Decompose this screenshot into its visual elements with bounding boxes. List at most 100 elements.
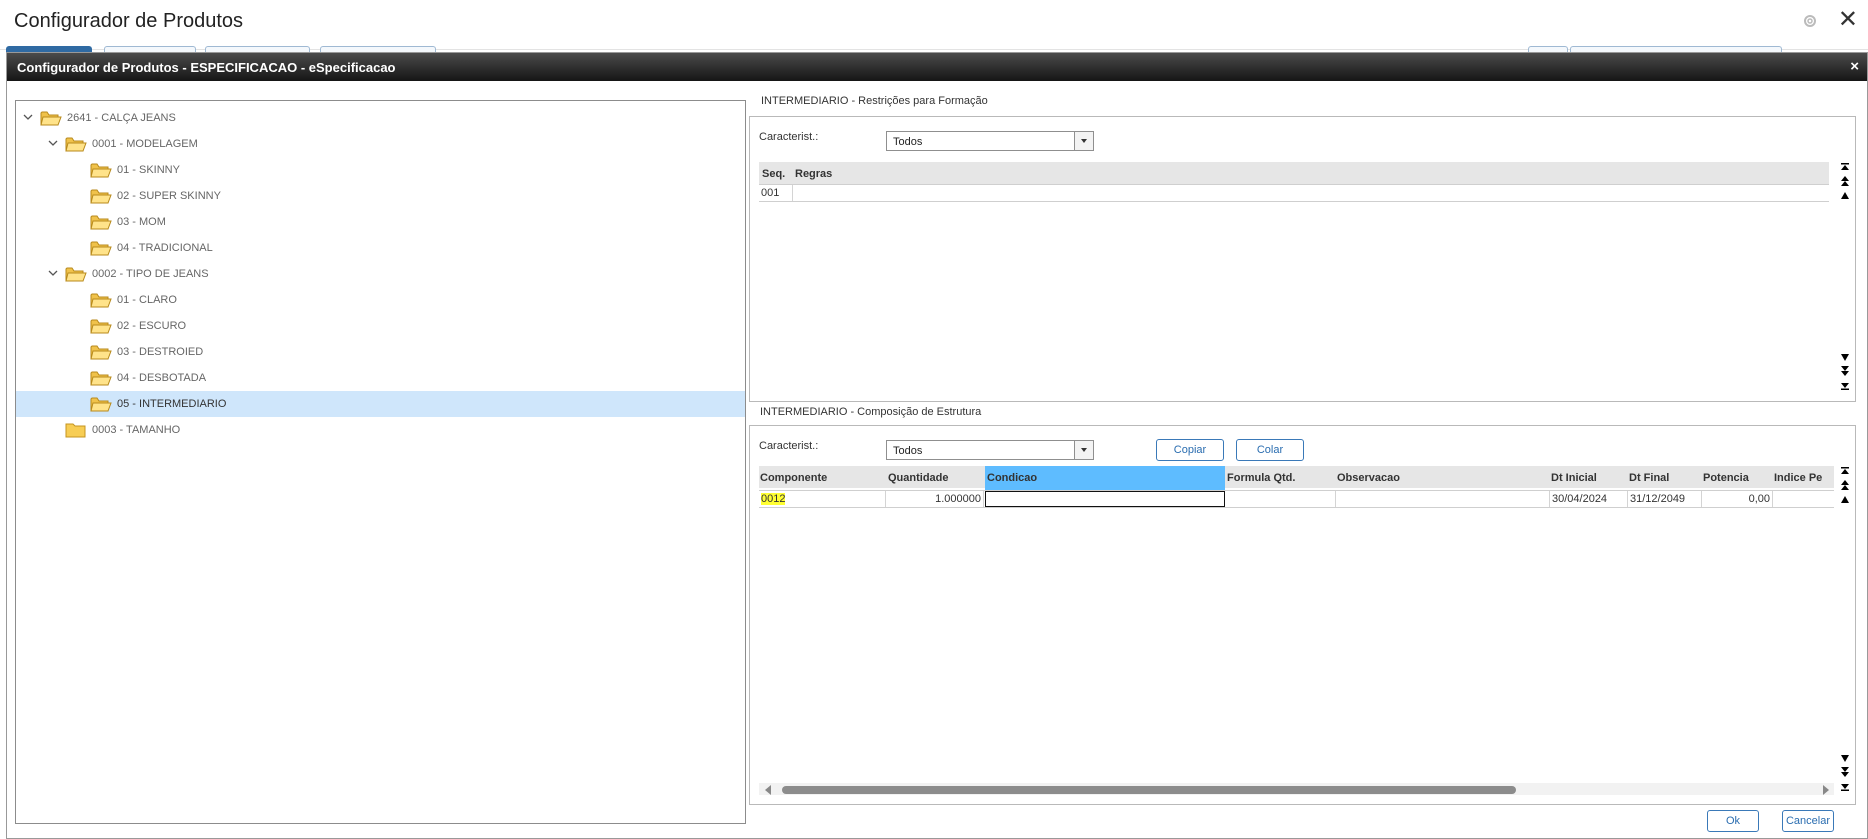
- column-header[interactable]: Dt Final: [1629, 472, 1669, 484]
- column-header[interactable]: Potencia: [1703, 472, 1749, 484]
- dt-final-cell[interactable]: 31/12/2049: [1628, 491, 1702, 507]
- tree-node-label: 04 - DESBOTADA: [117, 372, 207, 384]
- tree-node-label: 2641 - CALÇA JEANS: [67, 112, 176, 124]
- column-header[interactable]: Componente: [760, 472, 827, 484]
- tree-node-label: 0001 - MODELAGEM: [92, 138, 198, 150]
- composicao-panel: Caracterist.: Todos Copiar Colar Compone…: [749, 425, 1856, 805]
- tree-node-label: 0003 - TAMANHO: [92, 424, 181, 436]
- dt-inicial-cell[interactable]: 30/04/2024: [1550, 491, 1628, 507]
- last-record-icon[interactable]: [1839, 780, 1851, 792]
- previous-record-icon[interactable]: [1839, 190, 1851, 202]
- chevron-down-icon[interactable]: [22, 111, 34, 123]
- column-header[interactable]: Observacao: [1337, 472, 1400, 484]
- previous-record-icon[interactable]: [1839, 494, 1851, 506]
- tree-node-label: 01 - CLARO: [117, 294, 177, 306]
- seq-cell[interactable]: 001: [759, 185, 793, 201]
- composicao-caracterist-select[interactable]: Todos: [886, 440, 1094, 460]
- page-down-icon[interactable]: [1839, 766, 1851, 778]
- first-record-icon[interactable]: [1839, 162, 1851, 174]
- chevron-down-icon[interactable]: [1074, 132, 1093, 150]
- column-header[interactable]: Dt Inicial: [1551, 472, 1597, 484]
- tree-node[interactable]: 0003 - TAMANHO: [16, 417, 745, 443]
- tree-node-label: 03 - DESTROIED: [117, 346, 204, 358]
- table-row[interactable]: 0012 1.000000 30/04/2024 31/12/2049 0,00: [759, 490, 1834, 508]
- tree-node-label: 01 - SKINNY: [117, 164, 180, 176]
- condicao-cell[interactable]: [985, 491, 1225, 507]
- folder-icon: [90, 319, 112, 334]
- composicao-title: INTERMEDIARIO - Composição de Estrutura: [760, 406, 982, 418]
- composicao-caracterist-label: Caracterist.:: [759, 440, 819, 452]
- tree-node[interactable]: 03 - DESTROIED: [16, 339, 745, 365]
- folder-icon: [65, 137, 87, 152]
- chevron-down-icon[interactable]: [47, 267, 59, 279]
- folder-icon: [90, 163, 112, 178]
- formula-cell[interactable]: [1226, 491, 1336, 507]
- tree-node-label: 0002 - TIPO DE JEANS: [92, 268, 209, 280]
- table-row[interactable]: 001: [759, 184, 1829, 202]
- tree-node[interactable]: 02 - ESCURO: [16, 313, 745, 339]
- folder-icon: [65, 267, 87, 282]
- next-record-icon[interactable]: [1839, 351, 1851, 363]
- tree-node[interactable]: 04 - DESBOTADA: [16, 365, 745, 391]
- scroll-thumb[interactable]: [782, 786, 1516, 794]
- chevron-down-icon[interactable]: [47, 137, 59, 149]
- folder-icon: [90, 371, 112, 386]
- column-header[interactable]: Indice Pe: [1774, 472, 1822, 484]
- composicao-nav-top: [1839, 466, 1851, 510]
- tree-node[interactable]: 01 - SKINNY: [16, 157, 745, 183]
- quantidade-cell[interactable]: 1.000000: [886, 491, 984, 507]
- page-up-icon[interactable]: [1839, 176, 1851, 188]
- app-close-icon[interactable]: ✕: [1838, 8, 1858, 32]
- folder-icon: [90, 345, 112, 360]
- potencia-cell[interactable]: 0,00: [1702, 491, 1773, 507]
- restricoes-caracterist-select[interactable]: Todos: [886, 131, 1094, 151]
- page-up-icon[interactable]: [1839, 480, 1851, 492]
- column-header[interactable]: Quantidade: [888, 472, 949, 484]
- tree-node-label: 03 - MOM: [117, 216, 166, 228]
- folder-icon: [90, 189, 112, 204]
- configurator-dialog: Configurador de Produtos - ESPECIFICACAO…: [6, 52, 1868, 839]
- folder-icon: [65, 423, 86, 438]
- tree-node[interactable]: 0002 - TIPO DE JEANS: [16, 261, 745, 287]
- folder-icon: [90, 293, 112, 308]
- column-header[interactable]: Regras: [795, 168, 832, 180]
- column-header-active[interactable]: Condicao: [985, 466, 1225, 492]
- observacao-cell[interactable]: [1336, 491, 1550, 507]
- last-record-icon[interactable]: [1839, 379, 1851, 391]
- tree-node[interactable]: 01 - CLARO: [16, 287, 745, 313]
- tree-node[interactable]: 03 - MOM: [16, 209, 745, 235]
- column-header[interactable]: Formula Qtd.: [1227, 472, 1295, 484]
- column-header[interactable]: Seq.: [762, 168, 785, 180]
- product-tree: 2641 - CALÇA JEANS 0001 - MODELAGEM 01 - S…: [15, 100, 746, 824]
- horizontal-scrollbar[interactable]: [759, 783, 1834, 795]
- scroll-right-icon[interactable]: [1823, 785, 1829, 795]
- restricoes-panel: Caracterist.: Todos Seq. Regras 001: [749, 116, 1856, 402]
- restricoes-grid-header: Seq. Regras: [759, 162, 1829, 184]
- tree-node[interactable]: 02 - SUPER SKINNY: [16, 183, 745, 209]
- dialog-close-icon[interactable]: ×: [1850, 58, 1859, 75]
- next-record-icon[interactable]: [1839, 752, 1851, 764]
- regras-cell[interactable]: [793, 185, 1829, 201]
- chevron-down-icon[interactable]: [1074, 441, 1093, 459]
- scroll-left-icon[interactable]: [765, 785, 771, 795]
- paste-button[interactable]: Colar: [1236, 439, 1304, 461]
- tree-node[interactable]: 04 - TRADICIONAL: [16, 235, 745, 261]
- cancel-button[interactable]: Cancelar: [1782, 810, 1834, 832]
- tree-node[interactable]: 2641 - CALÇA JEANS: [16, 105, 745, 131]
- restricoes-caracterist-label: Caracterist.:: [759, 131, 819, 143]
- tree-node-label: 02 - ESCURO: [117, 320, 187, 332]
- gear-icon[interactable]: [1802, 13, 1818, 29]
- copy-button[interactable]: Copiar: [1156, 439, 1224, 461]
- first-record-icon[interactable]: [1839, 466, 1851, 478]
- restricoes-nav-bottom: [1839, 351, 1851, 395]
- tree-node-label: 02 - SUPER SKINNY: [117, 190, 221, 202]
- tree-node[interactable]: 05 - INTERMEDIARIO: [16, 391, 745, 417]
- indice-cell[interactable]: [1773, 491, 1834, 507]
- restricoes-title: INTERMEDIARIO - Restrições para Formação: [761, 95, 988, 107]
- page-down-icon[interactable]: [1839, 365, 1851, 377]
- tree-node[interactable]: 0001 - MODELAGEM: [16, 131, 745, 157]
- folder-icon: [40, 111, 62, 126]
- composicao-grid-header: Componente Quantidade Condicao Formula Q…: [759, 466, 1834, 492]
- ok-button[interactable]: Ok: [1707, 810, 1759, 832]
- componente-cell[interactable]: 0012: [759, 491, 886, 507]
